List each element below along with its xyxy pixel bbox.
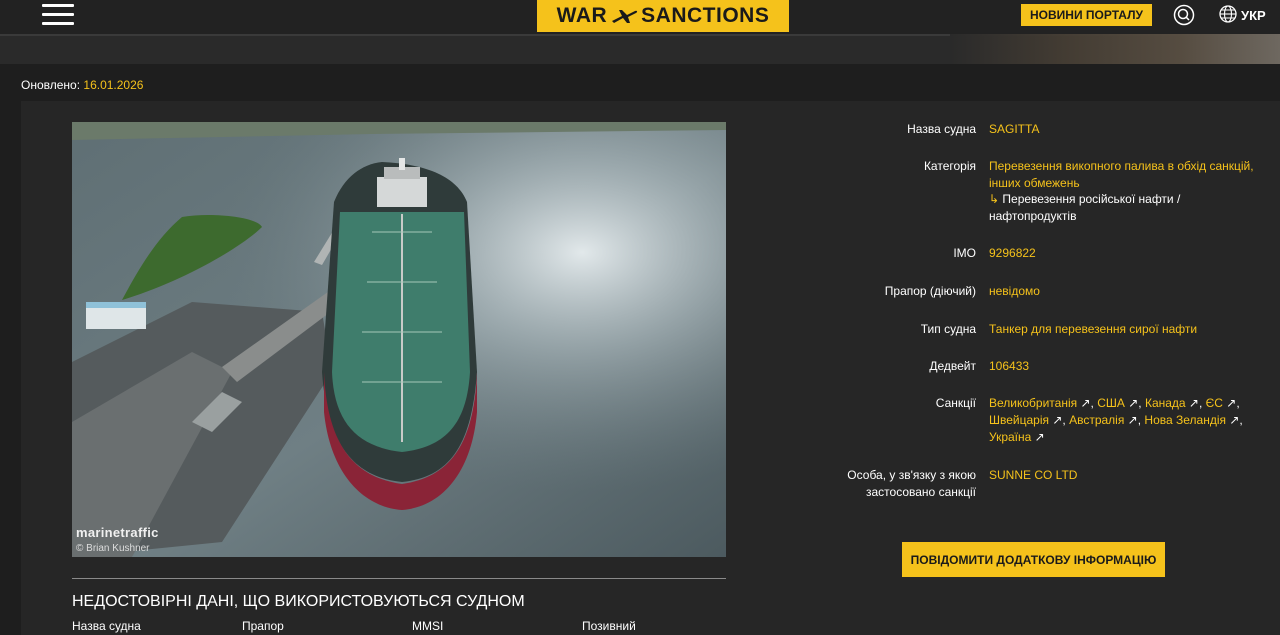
- site-header: WAR SANCTIONS НОВИНИ ПОРТАЛУ УКР: [0, 0, 1280, 34]
- language-switcher[interactable]: УКР: [1219, 4, 1266, 26]
- globe-icon: [1219, 4, 1237, 26]
- photo-watermark: marinetraffic: [76, 525, 159, 540]
- sanction-link-new-zealand[interactable]: Нова Зеландія: [1144, 413, 1226, 427]
- menu-icon[interactable]: [42, 2, 74, 28]
- deadweight-value: 106433: [989, 359, 1030, 373]
- site-logo[interactable]: WAR SANCTIONS: [537, 0, 789, 32]
- flag-label: Прапор (діючий): [884, 284, 976, 298]
- sanctions-list-row-3: Україна ↗: [989, 429, 1045, 446]
- updated-value: 16.01.2026: [83, 78, 144, 92]
- unreliable-data-title: НЕДОСТОВІРНІ ДАНІ, ЩО ВИКОРИСТОВУЮТЬСЯ С…: [72, 593, 525, 610]
- imo-label: IMO: [953, 246, 976, 260]
- vessel-type-value: Танкер для перевезення сирої нафти: [989, 322, 1198, 336]
- report-info-button[interactable]: ПОВІДОМИТИ ДОДАТКОВУ ІНФОРМАЦІЮ: [902, 542, 1165, 577]
- imo-value: 9296822: [989, 246, 1036, 260]
- subcategory-line-1: Перевезення російської нафти /: [1002, 192, 1181, 206]
- section-divider: [72, 578, 726, 579]
- sanctioned-person-value[interactable]: SUNNE CO LTD: [989, 467, 1077, 484]
- updated-label: Оновлено:: [21, 78, 81, 92]
- sanctioned-person-label-line-2: застосовано санкції: [866, 485, 976, 499]
- portal-news-button[interactable]: НОВИНИ ПОРТАЛУ: [1021, 4, 1152, 26]
- sanction-link-canada[interactable]: Канада: [1145, 396, 1186, 410]
- sanctions-list: Великобританія ↗, США ↗, Канада ↗, ЄС ↗,: [989, 396, 1240, 410]
- logo-text-left: WAR: [556, 4, 608, 27]
- column-header-flag: Прапор: [242, 619, 284, 633]
- sanctions-list-row-2: Швейцарія ↗, Австралія ↗, Нова Зеландія …: [989, 413, 1243, 427]
- subcategory: ↳ Перевезення російської нафти /: [989, 191, 1180, 208]
- banner-image: [950, 34, 1280, 64]
- sanctions-label: Санкції: [935, 396, 976, 410]
- sanction-link-usa[interactable]: США: [1097, 396, 1125, 410]
- vessel-type-label: Тип судна: [920, 322, 976, 336]
- sanction-link-australia[interactable]: Австралія: [1069, 413, 1124, 427]
- search-icon[interactable]: [1173, 4, 1195, 26]
- flag-value: невідомо: [989, 284, 1040, 298]
- vessel-name-value: SAGITTA: [989, 122, 1040, 136]
- subcategory-line-2: нафтопродуктів: [989, 209, 1077, 223]
- subcategory-arrow-icon: ↳: [989, 192, 1000, 206]
- deadweight-label: Дедвейт: [929, 359, 976, 373]
- logo-text-right: SANCTIONS: [641, 4, 770, 27]
- column-header-mmsi: MMSI: [412, 619, 444, 633]
- column-header-callsign: Позивний: [582, 619, 636, 633]
- plane-icon: [610, 7, 638, 25]
- category-label: Категорія: [923, 159, 976, 173]
- sanctioned-person-label: Особа, у зв'язку з якою застосовано санк…: [847, 467, 976, 501]
- header-banner: [0, 34, 1280, 64]
- sanction-link-ukraine[interactable]: Україна: [989, 430, 1031, 444]
- external-link-icon: ↗: [1031, 430, 1045, 444]
- sanction-link-uk[interactable]: Великобританія: [989, 396, 1077, 410]
- column-header-name: Назва судна: [72, 619, 141, 633]
- vessel-photo[interactable]: [72, 122, 726, 557]
- category-line-2[interactable]: інших обмежень: [989, 175, 1080, 192]
- sanction-link-switzerland[interactable]: Швейцарія: [989, 413, 1049, 427]
- sanctioned-person-label-line-1: Особа, у зв'язку з якою: [847, 468, 976, 482]
- updated-date: Оновлено: 16.01.2026: [21, 78, 143, 92]
- vessel-name-label: Назва судна: [907, 122, 976, 136]
- language-label: УКР: [1241, 7, 1266, 23]
- sanction-link-eu[interactable]: ЄС: [1206, 396, 1223, 410]
- category-line-1[interactable]: Перевезення викопного палива в обхід сан…: [989, 158, 1254, 175]
- photo-credit: © Brian Kushner: [76, 543, 150, 554]
